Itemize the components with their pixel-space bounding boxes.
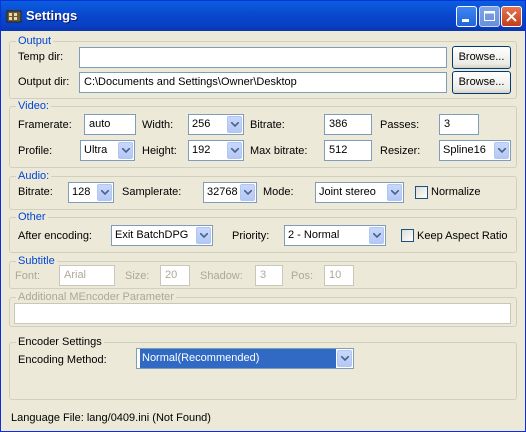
pos-input[interactable]: 10 <box>324 265 354 286</box>
chevron-down-icon[interactable] <box>227 142 242 159</box>
settings-window: Settings Output Temp dir: Browse... Outp… <box>0 0 526 432</box>
other-group: Other After encoding: Exit BatchDPG Prio… <box>9 211 517 253</box>
passes-input[interactable]: 3 <box>439 114 479 135</box>
samplerate-select[interactable]: 32768 <box>203 182 257 203</box>
after-encoding-select[interactable]: Exit BatchDPG <box>111 225 213 246</box>
minimize-icon <box>462 19 469 22</box>
font-input[interactable]: Arial <box>59 265 115 286</box>
chevron-down-icon[interactable] <box>118 142 133 159</box>
video-group: Video: Framerate: auto Width: 256 Bitrat… <box>9 100 517 168</box>
audio-group: Audio: Bitrate: 128 Samplerate: 32768 Mo… <box>9 170 517 210</box>
encoding-method-label: Encoding Method: <box>18 354 107 366</box>
chevron-down-icon[interactable] <box>337 350 352 367</box>
audio-bitrate-label: Bitrate: <box>18 186 53 198</box>
output-dir-label: Output dir: <box>18 76 70 88</box>
framerate-label: Framerate: <box>18 119 72 131</box>
keep-aspect-checkbox[interactable] <box>401 229 414 242</box>
mode-select[interactable]: Joint stereo <box>315 182 404 203</box>
framerate-input[interactable]: auto <box>84 114 136 135</box>
profile-select[interactable]: Ultra <box>80 140 135 161</box>
chevron-down-icon[interactable] <box>227 116 242 133</box>
window-title: Settings <box>26 8 78 23</box>
keep-aspect-label[interactable]: Keep Aspect Ratio <box>417 230 508 243</box>
shadow-label: Shadow: <box>200 270 243 282</box>
max-bitrate-input[interactable]: 512 <box>324 140 372 161</box>
shadow-input[interactable]: 3 <box>255 265 283 286</box>
chevron-down-icon[interactable] <box>97 184 112 201</box>
max-bitrate-label: Max bitrate: <box>250 145 308 157</box>
width-label: Width: <box>142 119 174 131</box>
size-input[interactable]: 20 <box>160 265 190 286</box>
maximize-icon <box>484 11 495 21</box>
mencoder-group: Additional MEncoder Parameter <box>9 291 517 327</box>
video-legend: Video: <box>16 100 51 113</box>
normalize-checkbox[interactable] <box>415 186 428 199</box>
chevron-down-icon[interactable] <box>240 184 255 201</box>
encoder-settings-legend: Encoder Settings <box>16 336 104 349</box>
chevron-down-icon[interactable] <box>494 142 509 159</box>
output-dir-input[interactable]: C:\Documents and Settings\Owner\Desktop <box>79 72 447 93</box>
output-legend: Output <box>16 35 54 48</box>
resizer-select[interactable]: Spline16 <box>439 140 511 161</box>
font-label: Font: <box>15 270 41 282</box>
subtitle-group: Subtitle Font: Arial Size: 20 Shadow: 3 … <box>9 255 517 289</box>
samplerate-label: Samplerate: <box>122 186 182 198</box>
chevron-down-icon[interactable] <box>369 227 384 244</box>
pos-label: Pos: <box>291 270 314 282</box>
encoding-method-select[interactable]: Normal(Recommended) <box>136 348 354 369</box>
passes-label: Passes: <box>380 119 420 131</box>
priority-label: Priority: <box>232 230 270 242</box>
mode-label: Mode: <box>263 186 294 198</box>
priority-select[interactable]: 2 - Normal <box>284 225 386 246</box>
size-label: Size: <box>125 270 150 282</box>
temp-dir-input[interactable] <box>79 47 447 68</box>
chevron-down-icon[interactable] <box>387 184 402 201</box>
output-group: Output Temp dir: Browse... Output dir: C… <box>9 35 517 99</box>
temp-dir-browse-button[interactable]: Browse... <box>452 46 511 69</box>
normalize-label[interactable]: Normalize <box>431 186 481 199</box>
chevron-down-icon[interactable] <box>196 227 211 244</box>
title-bar[interactable]: Settings <box>1 1 525 31</box>
temp-dir-label: Temp dir: <box>18 51 64 63</box>
app-film-icon <box>6 8 22 24</box>
other-legend: Other <box>16 211 48 224</box>
height-select[interactable]: 192 <box>188 140 244 161</box>
language-file-status: Language File: lang/0409.ini (Not Found) <box>11 412 211 424</box>
resizer-label: Resizer: <box>380 145 421 157</box>
subtitle-legend: Subtitle <box>16 255 57 268</box>
width-select[interactable]: 256 <box>188 114 244 135</box>
profile-label: Profile: <box>18 145 53 157</box>
dialog-body: Output Temp dir: Browse... Output dir: C… <box>5 31 521 427</box>
minimize-button[interactable] <box>456 6 477 27</box>
video-bitrate-label: Bitrate: <box>250 119 285 131</box>
maximize-button[interactable] <box>479 6 500 27</box>
mencoder-parameter-input[interactable] <box>14 303 511 324</box>
after-encoding-label: After encoding: <box>18 230 92 242</box>
encoder-settings-group: Encoder Settings Encoding Method: Normal… <box>9 336 517 400</box>
close-icon <box>506 11 517 22</box>
audio-legend: Audio: <box>16 170 52 183</box>
height-label: Height: <box>142 145 177 157</box>
output-dir-browse-button[interactable]: Browse... <box>452 71 511 94</box>
video-bitrate-input[interactable]: 386 <box>324 114 372 135</box>
close-button[interactable] <box>501 6 522 27</box>
audio-bitrate-select[interactable]: 128 <box>68 182 114 203</box>
